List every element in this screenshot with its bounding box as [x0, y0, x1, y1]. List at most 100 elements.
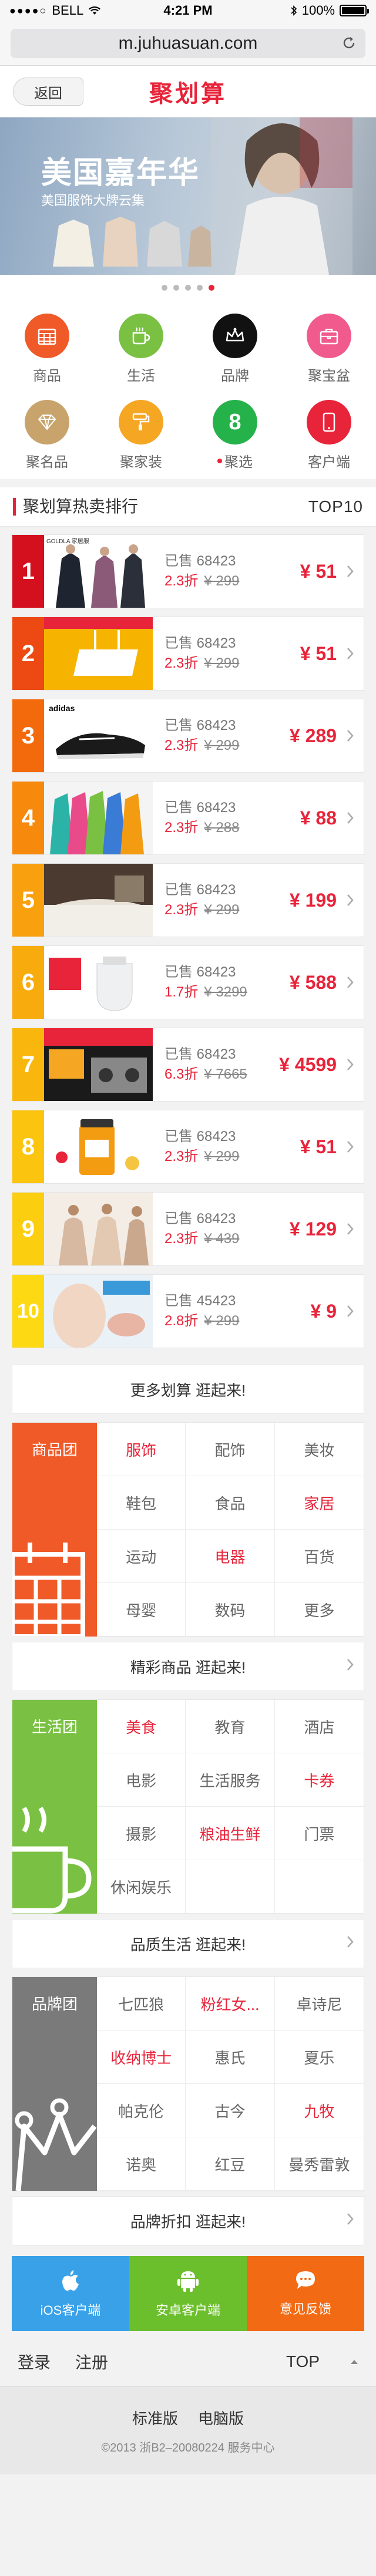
brand-link[interactable]: 收纳博士 [97, 2031, 186, 2084]
category-link[interactable]: 美食 [97, 1700, 186, 1753]
ranking-item[interactable]: 10 已售 45423 2.8折 ¥ 299 ¥ 9 [12, 1274, 364, 1348]
android-client-button[interactable]: 安卓客户端 [129, 2256, 247, 2331]
brand-link[interactable]: 红豆 [186, 2137, 275, 2191]
ranking-item[interactable]: 8 已售 68423 2.3折 ¥ 299 ¥ 51 [12, 1110, 364, 1184]
category-link[interactable]: 门票 [274, 1807, 364, 1860]
brand-link[interactable]: 古今 [186, 2084, 275, 2137]
android-client-label: 安卓客户端 [155, 2303, 220, 2318]
product-info: 已售 68423 6.3折 ¥ 7665 [153, 1045, 260, 1085]
original-price: ¥ 299 [204, 738, 240, 753]
carrier-name: BELL [52, 3, 84, 18]
nav-item-label: 品牌 [221, 368, 249, 384]
more-goods-label: 精彩商品 逛起来! [130, 1658, 246, 1676]
rank-number: 3 [12, 699, 44, 772]
category-link[interactable]: 食品 [186, 1476, 275, 1530]
nav-item-luxury[interactable]: 聚名品 [0, 400, 94, 471]
nav-item-home-decor[interactable]: 聚家装 [94, 400, 188, 471]
nav-item-jubaopen[interactable]: 聚宝盆 [282, 314, 376, 385]
category-link[interactable]: 休闲娱乐 [97, 1860, 186, 1914]
brand-group-side[interactable]: 品牌团 [12, 1977, 97, 2191]
category-link[interactable]: 生活服务 [186, 1753, 275, 1807]
signal-icon: ●●●●○ [9, 4, 48, 16]
more-goods-button[interactable]: 精彩商品 逛起来! [12, 1642, 364, 1691]
nav-item-brand[interactable]: 品牌 [188, 314, 282, 385]
goods-group-block: 商品团 服饰 配饰 美妆 鞋包 食品 家居 运动 电器 百货 母婴 数码 更多 [12, 1422, 364, 1637]
carousel-dot[interactable] [162, 285, 167, 291]
apple-icon [62, 2270, 79, 2291]
category-link[interactable]: 美妆 [274, 1423, 364, 1476]
brand-link[interactable]: 夏乐 [274, 2031, 364, 2084]
sold-count: 已售 45423 [164, 1293, 236, 1309]
feedback-button[interactable]: 意见反馈 [247, 2256, 364, 2331]
ranking-top-label[interactable]: TOP10 [308, 497, 363, 516]
category-link[interactable]: 电影 [97, 1753, 186, 1807]
register-link[interactable]: 注册 [75, 2350, 108, 2373]
life-group-side[interactable]: 生活团 [12, 1700, 97, 1914]
banner-title: 美国嘉年华 [41, 156, 200, 190]
ranking-item[interactable]: 2 已售 68423 2.3折 ¥ 299 ¥ 51 [12, 617, 364, 691]
login-link[interactable]: 登录 [18, 2350, 51, 2373]
ranking-item[interactable]: 5 已售 68423 2.3折 ¥ 299 ¥ 199 [12, 863, 364, 937]
carousel-dot[interactable] [173, 285, 179, 291]
brand-link[interactable]: 帕克伦 [97, 2084, 186, 2137]
category-link[interactable]: 电器 [186, 1530, 275, 1583]
ranking-item[interactable]: 7 已售 68423 6.3折 ¥ 7665 ¥ 4599 [12, 1028, 364, 1102]
brand-link[interactable]: 九牧 [274, 2084, 364, 2137]
discount: 2.3折 [164, 655, 199, 671]
product-info: 已售 68423 2.3折 ¥ 299 [153, 551, 260, 591]
more-life-button[interactable]: 品质生活 逛起来! [12, 1919, 364, 1968]
desktop-version-link[interactable]: 电脑版 [198, 2407, 244, 2429]
category-link[interactable]: 教育 [186, 1700, 275, 1753]
promo-banner[interactable]: 美国嘉年华 美国服饰大牌云集 [0, 117, 376, 275]
sold-count: 已售 68423 [164, 718, 236, 733]
more-deals-button[interactable]: 更多划算 逛起来! [12, 1365, 364, 1414]
sale-price: ¥ 9 [310, 1300, 337, 1322]
ranking-item[interactable]: 3 adidas 已售 68423 2.3折 ¥ 299 ¥ 289 [12, 699, 364, 773]
more-brands-button[interactable]: 品牌折扣 逛起来! [12, 2196, 364, 2245]
category-link[interactable]: 摄影 [97, 1807, 186, 1860]
brand-link[interactable]: 诺奥 [97, 2137, 186, 2191]
carousel-dot[interactable] [197, 285, 203, 291]
chevron-right-icon [337, 1110, 364, 1183]
ios-client-button[interactable]: iOS客户端 [12, 2256, 129, 2331]
back-to-top-link[interactable]: TOP [286, 2352, 358, 2371]
nav-item-goods[interactable]: 商品 [0, 314, 94, 385]
juxuan-glyph: 8 [229, 409, 241, 435]
ranking-item[interactable]: 6 已售 68423 1.7折 ¥ 3299 ¥ 588 [12, 945, 364, 1019]
category-link[interactable]: 服饰 [97, 1423, 186, 1476]
ranking-item[interactable]: 9 已售 68423 2.3折 ¥ 439 ¥ 129 [12, 1192, 364, 1266]
nav-item-client[interactable]: 客户端 [282, 400, 376, 471]
category-link[interactable]: 数码 [186, 1583, 275, 1636]
sale-price: ¥ 199 [289, 889, 337, 911]
brand-link[interactable]: 卓诗尼 [274, 1977, 364, 2031]
category-link[interactable]: 家居 [274, 1476, 364, 1530]
carousel-dot-active[interactable] [209, 285, 214, 291]
category-link[interactable]: 百货 [274, 1530, 364, 1583]
category-link[interactable]: 母婴 [97, 1583, 186, 1636]
category-link[interactable]: 卡券 [274, 1753, 364, 1807]
ranking-item[interactable]: 1 GOLDLA 家居服 已售 68423 2.3折 ¥ 299 ¥ 51 [12, 534, 364, 608]
brand-link[interactable]: 曼秀雷敦 [274, 2137, 364, 2191]
category-link[interactable]: 鞋包 [97, 1476, 186, 1530]
brand-link[interactable]: 七匹狼 [97, 1977, 186, 2031]
nav-item-life[interactable]: 生活 [94, 314, 188, 385]
back-button[interactable]: 返回 [13, 78, 83, 106]
nav-item-juxuan[interactable]: 8 聚选 [188, 400, 282, 471]
category-link[interactable]: 运动 [97, 1530, 186, 1583]
ranking-item[interactable]: 4 已售 68423 2.3折 ¥ 288 ¥ 88 [12, 781, 364, 855]
url-field[interactable]: m.juhuasuan.com [11, 28, 365, 58]
category-link[interactable]: 粮油生鲜 [186, 1807, 275, 1860]
reload-icon[interactable] [341, 35, 357, 51]
chevron-right-icon [337, 1275, 364, 1348]
brand-link[interactable]: 粉红女... [186, 1977, 275, 2031]
category-link[interactable]: 酒店 [274, 1700, 364, 1753]
carousel-dot[interactable] [185, 285, 191, 291]
brand-link[interactable]: 惠氏 [186, 2031, 275, 2084]
product-info: 已售 68423 2.3折 ¥ 299 [153, 716, 260, 756]
category-link[interactable]: 配饰 [186, 1423, 275, 1476]
url-text: m.juhuasuan.com [118, 33, 258, 53]
category-link[interactable]: 更多 [274, 1583, 364, 1636]
standard-version-link[interactable]: 标准版 [132, 2407, 178, 2429]
goods-group-side[interactable]: 商品团 [12, 1423, 97, 1636]
product-info: 已售 68423 2.3折 ¥ 288 [153, 798, 260, 838]
